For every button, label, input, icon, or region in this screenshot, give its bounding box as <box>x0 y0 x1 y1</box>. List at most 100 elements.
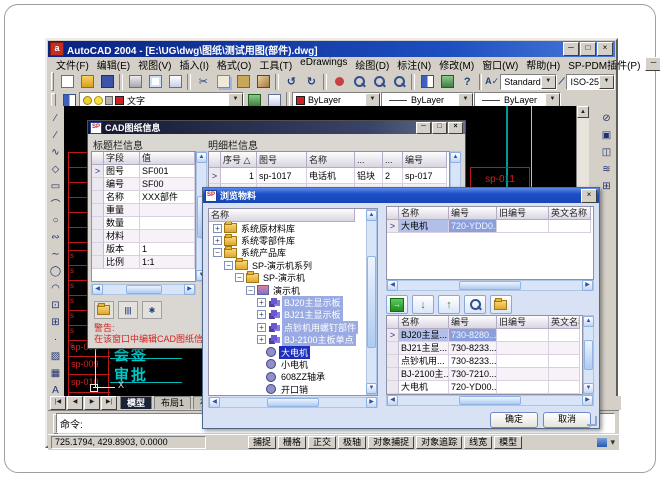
scroll-thumb[interactable] <box>367 256 376 348</box>
upper-hscrollbar[interactable]: ◀ ▶ <box>386 280 594 291</box>
tree-vscrollbar[interactable]: ▲ ▼ <box>366 209 377 395</box>
layer-lock-icon[interactable] <box>105 96 113 105</box>
column-header-1[interactable]: 图号 <box>257 152 307 168</box>
column-header-0[interactable]: 字段 <box>104 152 140 165</box>
layout-tab-模型[interactable]: 模型 <box>120 396 152 409</box>
tree-item-13[interactable]: 开口销 <box>209 383 377 395</box>
designcenter-icon[interactable] <box>438 73 456 90</box>
menu-item-12[interactable]: SP-PDM插件(P) <box>564 57 644 72</box>
column-header-3[interactable]: 英文名称 <box>549 207 591 220</box>
cad-info-title-bar[interactable]: SP CAD图纸信息 ─ □ × <box>88 121 465 134</box>
table-row[interactable]: 数量 <box>92 217 195 230</box>
dialog-minimize-button[interactable]: ─ <box>416 122 431 134</box>
menu-item-10[interactable]: 窗口(W) <box>478 57 522 72</box>
mirror-icon[interactable]: ◫ <box>599 144 614 160</box>
column-header-5[interactable]: 编号 <box>403 152 447 168</box>
help-icon[interactable]: ? <box>458 73 476 90</box>
menu-item-0[interactable]: 文件(F) <box>52 57 93 72</box>
offset-icon[interactable]: ≋ <box>599 161 614 177</box>
menu-item-4[interactable]: 格式(O) <box>213 57 255 72</box>
text-style-dropdown-arrow[interactable]: ▼ <box>541 75 556 89</box>
table-row[interactable]: >1sp-1017电话机铝块2sp-017 <box>209 168 449 184</box>
column-header-3[interactable]: 英文名称 <box>549 316 580 329</box>
maximize-button[interactable]: □ <box>580 42 596 56</box>
status-toggle-线宽[interactable]: 线宽 <box>464 436 492 449</box>
menu-item-3[interactable]: 插入(I) <box>175 57 212 72</box>
dim-style-icon[interactable]: ⟋ <box>558 73 566 90</box>
scroll-up-arrow[interactable]: ▲ <box>366 210 377 221</box>
expand-icon[interactable]: + <box>257 310 266 319</box>
table-row[interactable]: BJ21主显...730-8233... <box>387 342 582 355</box>
status-toggle-对象捕捉[interactable]: 对象捕捉 <box>368 436 414 449</box>
menu-item-2[interactable]: 视图(V) <box>134 57 175 72</box>
linetype-dropdown-arrow[interactable]: ▼ <box>458 93 473 107</box>
scroll-thumb[interactable] <box>126 285 162 294</box>
ellipse-arc-icon[interactable]: ◠ <box>48 280 63 296</box>
layer-dropdown-arrow[interactable]: ▼ <box>228 93 243 107</box>
table-row[interactable]: 材料 <box>92 230 195 243</box>
dialog-close-button[interactable]: × <box>448 122 463 134</box>
status-toggle-捕捉[interactable]: 捕捉 <box>248 436 276 449</box>
status-dropdown-arrow[interactable]: ▾ <box>610 437 615 448</box>
tree-item-8[interactable]: +点钞机用螺钉部件 <box>209 321 377 333</box>
scroll-left-arrow[interactable]: ◀ <box>92 284 103 295</box>
tree-header[interactable]: 名称 <box>209 209 355 222</box>
tree-item-1[interactable]: +系统零部件库 <box>209 234 377 246</box>
tree-item-10[interactable]: 大电机 <box>209 346 377 358</box>
construction-line-icon[interactable]: ∕ <box>48 127 63 143</box>
menu-item-11[interactable]: 帮助(H) <box>522 57 564 72</box>
tree-item-7[interactable]: +BJ21主显示板 <box>209 309 377 321</box>
table-row[interactable]: >BJ20主显...730-8280... <box>387 329 582 342</box>
ok-button[interactable]: 确定 <box>490 412 538 428</box>
status-toggle-对象追踪[interactable]: 对象追踪 <box>416 436 462 449</box>
copy-clip-icon[interactable] <box>214 73 232 90</box>
scroll-up-arrow[interactable]: ▲ <box>577 106 589 118</box>
collapse-icon[interactable]: − <box>246 286 255 295</box>
column-header-3[interactable]: ... <box>355 152 383 168</box>
make-block-icon[interactable]: ⊞ <box>48 314 63 330</box>
tree-item-4[interactable]: −SP-演示机 <box>209 272 377 284</box>
lower-vscrollbar[interactable]: ▲ ▼ <box>583 315 594 395</box>
dim-style-dropdown-arrow[interactable]: ▼ <box>599 75 614 89</box>
tree-item-12[interactable]: 608ZZ轴承 <box>209 371 377 383</box>
layout-tab-布局1[interactable]: 布局1 <box>154 396 191 409</box>
table-row[interactable]: 编号SF00 <box>92 178 195 191</box>
menu-item-5[interactable]: 工具(T) <box>255 57 296 72</box>
table-row[interactable]: 版本1 <box>92 243 195 256</box>
scroll-up-arrow[interactable]: ▲ <box>196 152 207 163</box>
close-button[interactable]: × <box>597 42 613 56</box>
table-row[interactable]: 重量 <box>92 204 195 217</box>
column-header-2[interactable]: 旧编号 <box>497 207 549 220</box>
expand-icon[interactable]: + <box>257 323 266 332</box>
undo-icon[interactable]: ↺ <box>282 73 300 90</box>
pan-realtime-icon[interactable] <box>330 73 348 90</box>
tree-item-3[interactable]: −SP-演示机系列 <box>209 259 377 271</box>
properties-icon[interactable] <box>418 73 436 90</box>
browse-title-bar[interactable]: SP 浏览物料 × <box>203 188 599 203</box>
expand-icon[interactable]: + <box>213 236 222 245</box>
scroll-up-arrow[interactable]: ▲ <box>583 316 594 327</box>
text-style-combo[interactable]: Standard ▼ <box>500 74 557 90</box>
scroll-down-arrow[interactable]: ▼ <box>583 383 594 394</box>
scroll-right-arrow[interactable]: ▶ <box>366 397 377 408</box>
tab-nav-button-3[interactable]: ▶| <box>101 396 117 410</box>
scroll-right-arrow[interactable]: ▶ <box>582 280 593 291</box>
dim-style-combo[interactable]: ISO-25 ▼ <box>566 74 615 90</box>
tree-item-2[interactable]: −系统产品库 <box>209 247 377 259</box>
column-header-2[interactable]: 名称 <box>307 152 355 168</box>
expand-icon[interactable]: + <box>213 224 222 233</box>
scroll-thumb[interactable] <box>459 396 521 405</box>
new-file-icon[interactable] <box>58 73 76 90</box>
table-row[interactable]: 名称XXX部件 <box>92 191 195 204</box>
selected-material-table[interactable]: 名称编号旧编号英文名称>大电机720-YDD0... <box>386 206 594 280</box>
layer-freeze-icon[interactable] <box>94 96 103 105</box>
menu-item-8[interactable]: 标注(N) <box>393 57 435 72</box>
tab-nav-button-2[interactable]: ▶ <box>84 396 100 410</box>
column-header-1[interactable]: 编号 <box>449 207 497 220</box>
collapse-icon[interactable]: − <box>213 248 222 257</box>
settings-gear-icon[interactable]: ✱ <box>142 301 162 319</box>
insert-block-icon[interactable]: ⊡ <box>48 297 63 313</box>
circle-icon[interactable]: ○ <box>48 212 63 228</box>
cancel-button[interactable]: 取消 <box>543 412 591 428</box>
menu-item-6[interactable]: eDrawings <box>296 57 351 72</box>
